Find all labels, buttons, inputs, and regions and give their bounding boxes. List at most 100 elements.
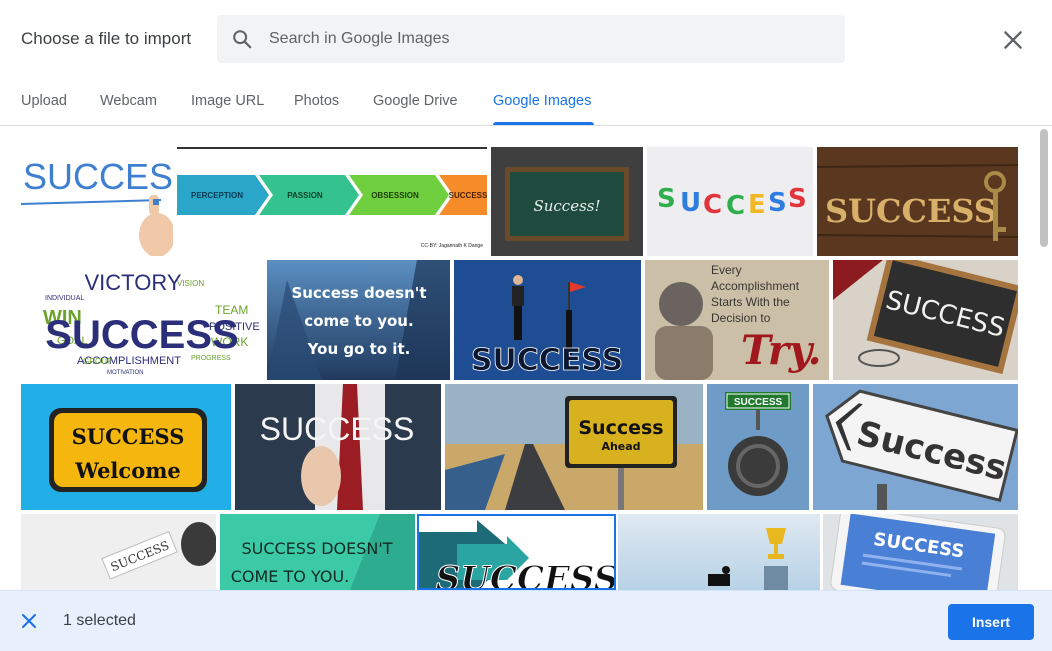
image-9-line-2: Accomplishment: [711, 279, 800, 293]
image-result-10[interactable]: SUCCESS: [833, 260, 1018, 380]
image-result-12[interactable]: SUCCESS: [235, 384, 441, 510]
image-result-1[interactable]: SUCCESS: [21, 147, 173, 256]
image-10-graphic: SUCCESS: [833, 260, 1018, 380]
dialog-header: Choose a file to import: [0, 0, 1052, 78]
tab-photos[interactable]: Photos: [294, 93, 339, 109]
image-8-graphic: SUCCESS: [454, 260, 641, 380]
close-icon[interactable]: [1000, 27, 1026, 53]
image-result-20[interactable]: SUCCESS: [823, 514, 1018, 590]
image-2-credit: CC-BY: Jagannath K Dange: [421, 243, 483, 249]
image-20-graphic: SUCCESS: [823, 514, 1018, 590]
image-15-graphic: Success: [813, 384, 1018, 510]
image-2-graphic: PERCEPTION PASSION OBSESSION SUCCESS CC-…: [177, 147, 487, 256]
image-result-7[interactable]: Success doesn't come to you. You go to i…: [267, 260, 450, 380]
image-1-graphic: SUCCESS: [21, 147, 173, 256]
image-result-11[interactable]: SUCCESS Welcome: [21, 384, 231, 510]
tab-webcam[interactable]: Webcam: [100, 93, 157, 109]
image-9-line-1: Every: [711, 263, 742, 277]
image-result-5[interactable]: SUCCESS: [817, 147, 1018, 256]
import-dialog: Choose a file to import Upload Webcam Im…: [0, 0, 1052, 651]
letter-1: S: [657, 184, 676, 214]
tab-upload[interactable]: Upload: [21, 93, 67, 109]
image-result-18-selected[interactable]: SUCCESS: [417, 514, 616, 590]
image-result-6[interactable]: VICTORY WIN GOAL TEAM POSITIVE WORK ACCO…: [21, 260, 263, 380]
image-14-text: SUCCESS: [734, 397, 783, 408]
image-3-text: Success!: [533, 197, 600, 215]
image-9-line-3: Starts With the: [711, 295, 790, 309]
image-6-main-text: SUCCESS: [45, 313, 238, 357]
selection-footer: 1 selected Insert: [0, 590, 1052, 651]
word-vision: VISION: [177, 279, 204, 288]
image-result-19[interactable]: [618, 514, 820, 590]
tab-image-url[interactable]: Image URL: [191, 93, 264, 109]
image-12-text: SUCCESS: [260, 411, 415, 447]
image-11-line-2: Welcome: [74, 458, 181, 483]
tab-google-images[interactable]: Google Images: [493, 93, 591, 109]
image-result-15[interactable]: Success: [813, 384, 1018, 510]
image-5-text: SUCCESS: [825, 192, 997, 230]
image-14-graphic: SUCCESS: [707, 384, 809, 510]
letter-3: C: [703, 190, 722, 220]
image-result-13[interactable]: Success Ahead: [445, 384, 703, 510]
search-box[interactable]: [217, 15, 845, 63]
image-19-graphic: [618, 514, 820, 590]
letter-6: S: [768, 188, 787, 218]
image-7-line-2: come to you.: [304, 312, 413, 330]
step-1-label: PERCEPTION: [191, 191, 243, 200]
image-result-14[interactable]: SUCCESS: [707, 384, 809, 510]
step-2-label: PASSION: [287, 191, 323, 200]
scrollbar-thumb[interactable]: [1040, 129, 1048, 247]
letter-5: E: [748, 190, 766, 220]
image-7-line-1: Success doesn't: [291, 284, 426, 302]
image-results-grid: SUCCESS PERCEPTION PASSION OBSESSION SUC…: [0, 127, 1036, 590]
image-4-graphic: S U C C E S S: [647, 147, 813, 256]
image-13-line-1: Success: [578, 417, 663, 439]
active-tab-indicator: [493, 122, 594, 125]
image-11-line-1: SUCCESS: [72, 424, 185, 449]
image-result-8[interactable]: SUCCESS: [454, 260, 641, 380]
close-icon[interactable]: [19, 611, 39, 631]
insert-button[interactable]: Insert: [948, 604, 1034, 640]
tab-google-drive[interactable]: Google Drive: [373, 93, 458, 109]
word-victory: VICTORY: [85, 270, 182, 295]
image-result-2[interactable]: PERCEPTION PASSION OBSESSION SUCCESS CC-…: [177, 147, 487, 256]
step-3-label: OBSESSION: [371, 191, 419, 200]
word-motivation: MOTIVATION: [107, 370, 143, 376]
selected-count: 1 selected: [63, 612, 136, 629]
image-3-graphic: Success!: [491, 147, 643, 256]
image-result-4[interactable]: S U C C E S S: [647, 147, 813, 256]
grid-scrollbar[interactable]: [1036, 127, 1052, 590]
letter-7: S: [788, 184, 807, 214]
image-17-line-2: COME TO YOU.: [231, 567, 350, 586]
word-group: GROUP: [83, 357, 112, 366]
image-9-line-4: Decision to: [711, 311, 771, 325]
image-result-3[interactable]: Success!: [491, 147, 643, 256]
image-result-9[interactable]: Every Accomplishment Starts With the Dec…: [645, 260, 829, 380]
search-input[interactable]: [269, 15, 829, 63]
image-result-16[interactable]: SUCCESS: [21, 514, 216, 590]
word-individual: INDIVIDUAL: [45, 295, 84, 302]
image-17-line-1: SUCCESS DOESN'T: [241, 539, 392, 558]
image-9-graphic: Every Accomplishment Starts With the Dec…: [645, 260, 829, 380]
image-7-graphic: Success doesn't come to you. You go to i…: [267, 260, 450, 380]
letter-4: C: [726, 191, 745, 221]
image-9-emphasis: Try.: [741, 327, 822, 374]
image-16-graphic: SUCCESS: [21, 514, 216, 590]
image-17-graphic: SUCCESS DOESN'T COME TO YOU.: [220, 514, 415, 590]
letter-2: U: [680, 188, 701, 218]
image-18-text: SUCCESS: [436, 559, 616, 590]
image-8-text: SUCCESS: [471, 343, 623, 378]
source-tabs: Upload Webcam Image URL Photos Google Dr…: [0, 78, 1052, 126]
image-6-graphic: VICTORY WIN GOAL TEAM POSITIVE WORK ACCO…: [21, 260, 263, 380]
image-11-graphic: SUCCESS Welcome: [21, 384, 231, 510]
dialog-title: Choose a file to import: [21, 29, 192, 48]
step-4-label: SUCCESS: [449, 191, 487, 200]
image-13-graphic: Success Ahead: [445, 384, 703, 510]
image-13-line-2: Ahead: [601, 440, 640, 453]
image-result-17[interactable]: SUCCESS DOESN'T COME TO YOU.: [220, 514, 415, 590]
image-7-line-3: You go to it.: [307, 340, 411, 358]
image-18-graphic: SUCCESS: [417, 514, 616, 590]
search-icon[interactable]: [231, 28, 253, 50]
image-1-text: SUCCESS: [23, 156, 173, 197]
image-12-graphic: SUCCESS: [235, 384, 441, 510]
